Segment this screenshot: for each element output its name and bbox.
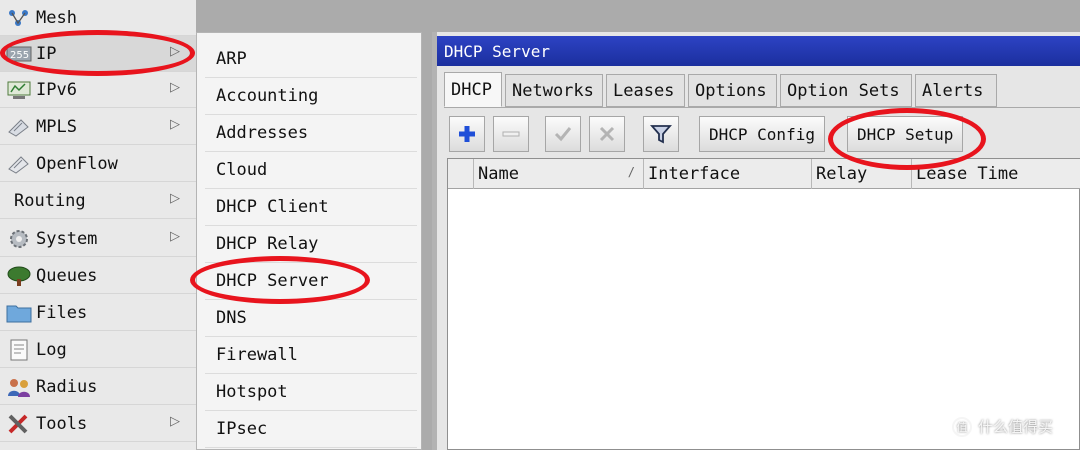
submenu-arrow-icon: ▷	[170, 117, 180, 132]
watermark-badge-icon: 值	[952, 416, 972, 437]
submenu-item-addresses[interactable]: Addresses	[205, 115, 417, 152]
menu-item-label: IPv6	[36, 79, 77, 100]
watermark: 值 什么值得买	[952, 416, 1053, 437]
submenu-item-accounting[interactable]: Accounting	[205, 78, 417, 115]
dhcp-config-button[interactable]: DHCP Config	[699, 116, 825, 152]
remove-button[interactable]	[493, 116, 529, 152]
column-header-name[interactable]: Name /	[474, 159, 644, 189]
column-header-marker[interactable]	[448, 159, 474, 189]
svg-text:255: 255	[10, 50, 29, 61]
plus-icon	[459, 126, 475, 142]
queues-icon	[4, 264, 34, 288]
tab-divider	[444, 107, 1080, 108]
openflow-icon	[4, 152, 34, 176]
menu-item-label: System	[36, 228, 98, 249]
dhcp-server-window: DHCP Server DHCP Networks Leases Options…	[432, 32, 1080, 450]
log-icon	[4, 338, 34, 362]
menu-item-label: Tools	[36, 413, 88, 434]
menu-item-label: MPLS	[36, 116, 77, 137]
menu-item-ipv6[interactable]: IPv6 ▷	[0, 72, 196, 108]
menu-item-label: Radius	[36, 376, 98, 397]
submenu-item-cloud[interactable]: Cloud	[205, 152, 417, 189]
submenu-arrow-icon: ▷	[170, 191, 180, 206]
tab-networks[interactable]: Networks	[505, 74, 603, 107]
submenu-item-dhcp-client[interactable]: DHCP Client	[205, 189, 417, 226]
menu-item-label: OpenFlow	[36, 153, 118, 174]
watermark-text: 什么值得买	[978, 418, 1054, 436]
add-button[interactable]	[449, 116, 485, 152]
main-menu: Mesh 255 IP ▷ IPv6 ▷ MPLS ▷ OpenFlow Rou…	[0, 0, 196, 450]
dhcp-server-table: Name / Interface Relay Lease Time	[447, 158, 1080, 450]
mpls-icon	[4, 115, 34, 139]
menu-item-label: IP	[36, 43, 57, 64]
filter-button[interactable]	[643, 116, 679, 152]
submenu-arrow-icon: ▷	[170, 44, 180, 59]
dhcp-setup-button[interactable]: DHCP Setup	[847, 116, 964, 152]
sort-indicator-icon: /	[627, 165, 635, 179]
folder-icon	[4, 301, 34, 325]
menu-item-radius[interactable]: Radius	[0, 369, 196, 405]
column-header-interface[interactable]: Interface	[644, 159, 812, 189]
menu-item-label: Routing	[14, 190, 86, 211]
menu-item-openflow[interactable]: OpenFlow	[0, 146, 196, 182]
menu-item-mesh[interactable]: Mesh	[0, 0, 196, 36]
submenu-arrow-icon: ▷	[170, 80, 180, 95]
tab-dhcp[interactable]: DHCP	[444, 72, 502, 107]
column-header-label: Name	[478, 164, 519, 184]
radius-icon	[4, 375, 34, 399]
menu-item-label: Files	[36, 302, 88, 323]
disable-button[interactable]	[589, 116, 625, 152]
column-header-lease-time[interactable]: Lease Time	[912, 159, 1080, 189]
submenu-item-hotspot[interactable]: Hotspot	[205, 374, 417, 411]
submenu-item-firewall[interactable]: Firewall	[205, 337, 417, 374]
tab-option-sets[interactable]: Option Sets	[780, 74, 912, 107]
menu-item-label: Mesh	[36, 7, 77, 28]
menu-item-tools[interactable]: Tools ▷	[0, 406, 196, 442]
menu-item-queues[interactable]: Queues	[0, 258, 196, 294]
check-icon	[554, 127, 572, 142]
menu-item-label: Queues	[36, 265, 98, 286]
mesh-icon	[4, 6, 34, 30]
menu-item-mpls[interactable]: MPLS ▷	[0, 109, 196, 145]
menu-item-files[interactable]: Files	[0, 295, 196, 331]
menu-item-routing[interactable]: Routing ▷	[0, 183, 196, 219]
enable-button[interactable]	[545, 116, 581, 152]
submenu-arrow-icon: ▷	[170, 229, 180, 244]
submenu-item-arp[interactable]: ARP	[205, 41, 417, 78]
ip-icon: 255	[4, 42, 34, 66]
ip-submenu: ARP Accounting Addresses Cloud DHCP Clie…	[196, 32, 422, 450]
submenu-item-dhcp-server[interactable]: DHCP Server	[205, 263, 417, 300]
minus-icon	[502, 131, 520, 137]
menu-item-label: Log	[36, 339, 67, 360]
submenu-item-dhcp-relay[interactable]: DHCP Relay	[205, 226, 417, 263]
tab-leases[interactable]: Leases	[606, 74, 685, 107]
table-header: Name / Interface Relay Lease Time	[448, 159, 1080, 189]
column-header-relay[interactable]: Relay	[812, 159, 912, 189]
submenu-arrow-icon: ▷	[170, 414, 180, 429]
submenu-item-dns[interactable]: DNS	[205, 300, 417, 337]
toolbar: DHCP Config DHCP Setup	[437, 114, 1080, 154]
menu-item-system[interactable]: System ▷	[0, 221, 196, 257]
submenu-item-ipsec[interactable]: IPsec	[205, 411, 417, 448]
gear-icon	[4, 227, 34, 251]
tab-alerts[interactable]: Alerts	[915, 74, 997, 107]
x-icon	[599, 126, 615, 142]
tools-icon	[4, 412, 34, 436]
tab-options[interactable]: Options	[688, 74, 777, 107]
menu-item-log[interactable]: Log	[0, 332, 196, 368]
filter-icon	[650, 125, 672, 144]
menu-item-ip[interactable]: 255 IP ▷	[0, 36, 196, 72]
ipv6-icon	[4, 78, 34, 102]
window-title[interactable]: DHCP Server	[437, 36, 1080, 66]
